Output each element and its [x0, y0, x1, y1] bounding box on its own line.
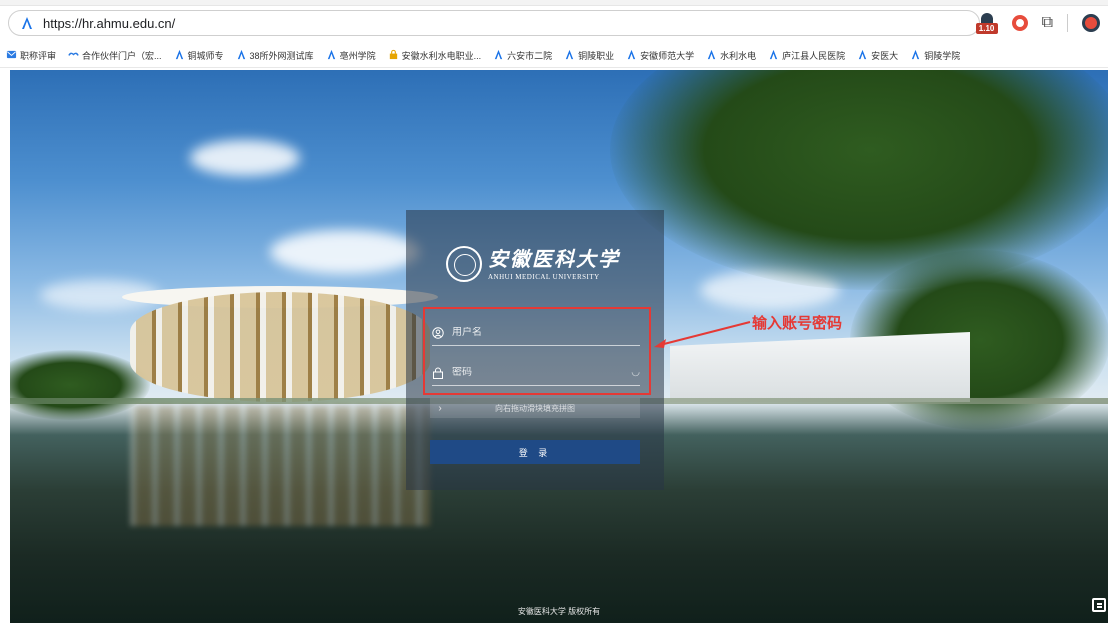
- copyright-footer: 安徽医科大学 版权所有: [517, 607, 601, 616]
- feedback-icon[interactable]: [1092, 598, 1106, 612]
- toolbar-divider: [1067, 14, 1068, 32]
- person-logo-icon: [564, 49, 575, 62]
- slider-handle-chevron-icon[interactable]: ›: [430, 398, 450, 418]
- person-logo-icon: [768, 49, 779, 62]
- url-text[interactable]: https://hr.ahmu.edu.cn/: [43, 16, 175, 31]
- university-seal-icon: [446, 246, 482, 282]
- window-title-strip: [0, 0, 1108, 6]
- toolbar-extensions: 1.10 ⧉: [975, 11, 1100, 35]
- bookmark-label: 庐江县人民医院: [782, 51, 846, 61]
- bookmark-label: 水利水电: [720, 51, 757, 61]
- profile-avatar[interactable]: [1082, 14, 1100, 32]
- handshake-icon: [68, 49, 79, 62]
- bookmark-label: 亳州学院: [339, 51, 376, 61]
- person-logo-icon: [706, 49, 717, 62]
- bookmark-label: 铜城师专: [187, 51, 224, 61]
- extension-badge: 1.10: [975, 23, 998, 34]
- person-logo-icon: [857, 49, 868, 62]
- bookmark-label: 职称评审: [20, 51, 57, 61]
- person-logo-icon: [236, 49, 247, 62]
- bookmark-item[interactable]: 铜陵职业: [564, 49, 614, 62]
- annotation-highlight-box: [423, 307, 651, 395]
- person-logo-icon: [493, 49, 504, 62]
- slider-instruction: 向右拖动滑块填充拼图: [495, 403, 575, 413]
- bookmark-label: 合作伙伴门户（宏...: [82, 51, 162, 61]
- lock-icon: [388, 49, 399, 62]
- annotation-arrow-icon: [654, 321, 751, 348]
- bookmark-label: 38所外网测试库: [249, 51, 314, 61]
- bookmark-label: 安徽师范大学: [640, 51, 695, 61]
- login-button[interactable]: 登 录: [430, 440, 640, 464]
- annotation-label: 输入账号密码: [752, 314, 843, 332]
- university-logo: 安徽医科大学 ANHUI MEDICAL UNIVERSITY: [446, 246, 620, 282]
- bookmark-label: 铜陵学院: [924, 51, 961, 61]
- bookmark-item[interactable]: 铜陵学院: [910, 49, 960, 62]
- logo-chinese-name: 安徽医科大学: [488, 247, 620, 271]
- bookmark-item[interactable]: 庐江县人民医院: [768, 49, 845, 62]
- bookmark-item[interactable]: 水利水电: [706, 49, 756, 62]
- bookmark-item[interactable]: 安徽水利水电职业...: [388, 49, 482, 62]
- bookmark-item[interactable]: 六安市二院: [493, 49, 552, 62]
- bookmarks-bar: 职称评审 合作伙伴门户（宏... 铜城师专 38所外网测试库 亳州学院 安徽水利水电职业.…: [0, 44, 1108, 68]
- bookmark-item[interactable]: 38所外网测试库: [236, 49, 314, 62]
- address-bar[interactable]: https://hr.ahmu.edu.cn/: [8, 10, 980, 36]
- bookmark-label: 铜陵职业: [578, 51, 615, 61]
- water-reflection: [130, 406, 430, 526]
- cloud: [190, 140, 300, 176]
- cloud: [270, 230, 420, 274]
- slider-captcha[interactable]: › 向右拖动滑块填充拼图: [430, 398, 640, 418]
- bookmark-item[interactable]: 铜城师专: [174, 49, 224, 62]
- envelope-icon: [6, 49, 17, 62]
- bookmark-item[interactable]: 亳州学院: [326, 49, 376, 62]
- browser-toolbar: https://hr.ahmu.edu.cn/ 1.10 ⧉: [0, 0, 1108, 44]
- bookmark-item[interactable]: 安徽师范大学: [626, 49, 694, 62]
- person-logo-icon: [174, 49, 185, 62]
- bookmark-item[interactable]: 安医大: [857, 49, 898, 62]
- bookmark-label: 六安市二院: [507, 51, 553, 61]
- person-logo-icon: [626, 49, 637, 62]
- extensions-puzzle-icon[interactable]: ⧉: [1042, 14, 1053, 32]
- ppt-extension-icon[interactable]: 1.10: [975, 12, 998, 34]
- bookmark-label: 安徽水利水电职业...: [401, 51, 482, 61]
- rotunda-building: [130, 292, 430, 402]
- site-favicon-icon: [22, 17, 32, 29]
- record-extension-icon[interactable]: [1011, 15, 1028, 31]
- person-logo-icon: [326, 49, 337, 62]
- person-logo-icon: [910, 49, 921, 62]
- bookmark-item[interactable]: 合作伙伴门户（宏...: [68, 49, 162, 62]
- bookmark-item[interactable]: 职称评审: [6, 49, 56, 62]
- bookmark-label: 安医大: [871, 51, 899, 61]
- logo-english-name: ANHUI MEDICAL UNIVERSITY: [488, 273, 600, 281]
